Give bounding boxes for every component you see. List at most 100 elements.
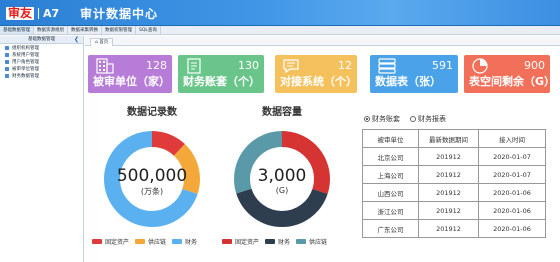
radio-checked-icon — [364, 116, 370, 122]
legend-swatch — [265, 239, 276, 244]
kpi-label: 表空间剩余（G） — [469, 75, 556, 88]
legend-label: 财务 — [185, 239, 198, 246]
legend-label: 财务 — [278, 239, 291, 246]
table-cell: 北京公司 — [362, 147, 419, 166]
table-cell: 上海公司 — [362, 165, 419, 184]
records-unit: (万条) — [140, 187, 164, 196]
tab-home-label: 首页 — [99, 40, 109, 45]
legend-item-finance: 财务 — [265, 237, 290, 246]
tab-bar: ⌂ 首页 — [85, 36, 560, 46]
app-title: 审计数据中心 — [80, 7, 159, 21]
table-row[interactable]: 山西公司 201912 2020-01-06 — [362, 183, 546, 202]
folder-icon — [5, 59, 9, 64]
radio-report[interactable]: 财务报表 — [410, 114, 446, 124]
capacity-donut: 3,000 (G) — [230, 127, 334, 231]
kpi-systems[interactable]: 12 对接系统（个） — [275, 55, 357, 93]
table-cell: 201912 — [418, 219, 479, 238]
sidebar-item-org[interactable]: 组织机构管理 — [0, 44, 83, 51]
sidebar-item-users[interactable]: 系统用户管理 — [0, 51, 83, 58]
legend-item-fixed-assets: 固定资产 — [92, 237, 129, 246]
logo-separator — [38, 7, 40, 19]
capacity-legend: 固定资产 财务 供应链 — [222, 237, 333, 246]
capacity-total: 3,000 — [257, 166, 307, 186]
folder-icon — [5, 66, 9, 71]
sidebar-item-label: 被审单位管理 — [12, 66, 39, 72]
sidebar-item-finance-data[interactable]: 财务数据管理 — [0, 72, 83, 79]
database-icon — [378, 58, 396, 74]
legend-label: 供应链 — [148, 239, 167, 246]
table-cell: 山西公司 — [362, 183, 419, 202]
kpi-label: 被审单位（家） — [93, 75, 170, 88]
table-row[interactable]: 浙江公司 201912 2020-01-06 — [362, 201, 546, 220]
column-header: 最新数据期间 — [418, 129, 479, 148]
top-nav: 基础数据管理 数据资源规划 数据采集转换 数据权限管理 SQL查询 — [0, 26, 560, 35]
logo-model: A7 — [43, 6, 60, 20]
legend-item-fixed-assets: 固定资产 — [222, 237, 259, 246]
sidebar-item-label: 系统用户管理 — [12, 52, 39, 58]
kpi-ledgers[interactable]: 130 财务账套（个） — [178, 55, 264, 93]
records-legend: 固定资产 供应链 财务 — [92, 237, 203, 246]
table-header-row: 被审单位 最新数据期间 接入时间 — [362, 129, 546, 148]
table-row[interactable]: 广东公司 201912 2020-01-06 — [362, 219, 546, 238]
kpi-value: 900 — [524, 59, 545, 72]
nav-item-resource-planning[interactable]: 数据资源规划 — [34, 26, 68, 34]
legend-swatch — [92, 239, 102, 244]
logo: 审友 A7 — [6, 6, 59, 20]
sidebar-item-label: 财务数据管理 — [12, 73, 39, 79]
logo-brand: 审友 — [6, 5, 35, 20]
sidebar-header: 基础数据管理 ❮ — [0, 36, 83, 44]
table-cell: 广东公司 — [362, 219, 419, 238]
access-table: 被审单位 最新数据期间 接入时间 北京公司 201912 2020-01-07 … — [362, 129, 546, 238]
pie-icon — [472, 58, 488, 74]
sidebar-item-audited-units[interactable]: 被审单位管理 — [0, 65, 83, 72]
table-cell: 2020-01-07 — [478, 165, 546, 184]
nav-item-sql[interactable]: SQL查询 — [136, 26, 161, 34]
table-cell: 201912 — [418, 165, 479, 184]
radio-label: 财务账套 — [372, 115, 400, 123]
nav-item-permission[interactable]: 数据权限管理 — [102, 26, 136, 34]
records-donut: 500,000 (万条) — [100, 127, 204, 231]
kpi-label: 数据表（张） — [375, 75, 441, 88]
kpi-tables[interactable]: 591 数据表（张） — [370, 55, 458, 93]
table-cell: 2020-01-07 — [478, 147, 546, 166]
column-header: 接入时间 — [478, 129, 546, 148]
sidebar-item-label: 组织机构管理 — [12, 45, 39, 51]
table-cell: 2020-01-06 — [478, 219, 546, 238]
kpi-value: 12 — [338, 59, 352, 72]
folder-icon — [5, 45, 9, 50]
app-header: 审友 A7 审计数据中心 — [0, 0, 560, 26]
collapse-icon[interactable]: ❮ — [74, 36, 79, 44]
legend-swatch — [135, 239, 146, 244]
kpi-label: 对接系统（个） — [280, 75, 357, 88]
radio-ledger[interactable]: 财务账套 — [364, 114, 400, 124]
sidebar-item-roles[interactable]: 用户角色管理 — [0, 58, 83, 65]
ledger-icon — [187, 58, 201, 74]
table-cell: 201912 — [418, 183, 479, 202]
table-row[interactable]: 北京公司 201912 2020-01-07 — [362, 147, 546, 166]
sidebar-item-label: 用户角色管理 — [12, 59, 39, 65]
kpi-tablespace[interactable]: 900 表空间剩余（G） — [464, 55, 555, 93]
home-icon: ⌂ — [95, 40, 98, 45]
nav-item-collection[interactable]: 数据采集转换 — [68, 26, 102, 34]
kpi-label: 财务账套（个） — [183, 75, 260, 88]
kpi-audited-units[interactable]: 128 被审单位（家） — [88, 55, 172, 93]
folder-icon — [5, 73, 9, 78]
legend-swatch — [172, 239, 183, 244]
kpi-value: 591 — [432, 59, 453, 72]
table-row[interactable]: 上海公司 201912 2020-01-07 — [362, 165, 546, 184]
legend-item-supply-chain: 供应链 — [135, 237, 166, 246]
data-type-radio-group: 财务账套 财务报表 — [364, 114, 446, 124]
nav-item-basic-data[interactable]: 基础数据管理 — [0, 26, 34, 34]
legend-label: 供应链 — [309, 239, 328, 246]
legend-swatch — [296, 239, 307, 244]
building-icon — [96, 58, 114, 74]
legend-swatch — [222, 239, 232, 244]
sidebar-title: 基础数据管理 — [28, 37, 55, 42]
records-total: 500,000 — [116, 166, 188, 186]
legend-item-supply-chain: 供应链 — [296, 237, 327, 246]
tab-home[interactable]: ⌂ 首页 — [90, 38, 114, 46]
capacity-unit: (G) — [275, 186, 289, 195]
legend-label: 固定资产 — [235, 239, 260, 246]
table-cell: 201912 — [418, 201, 479, 220]
table-cell: 浙江公司 — [362, 201, 419, 220]
